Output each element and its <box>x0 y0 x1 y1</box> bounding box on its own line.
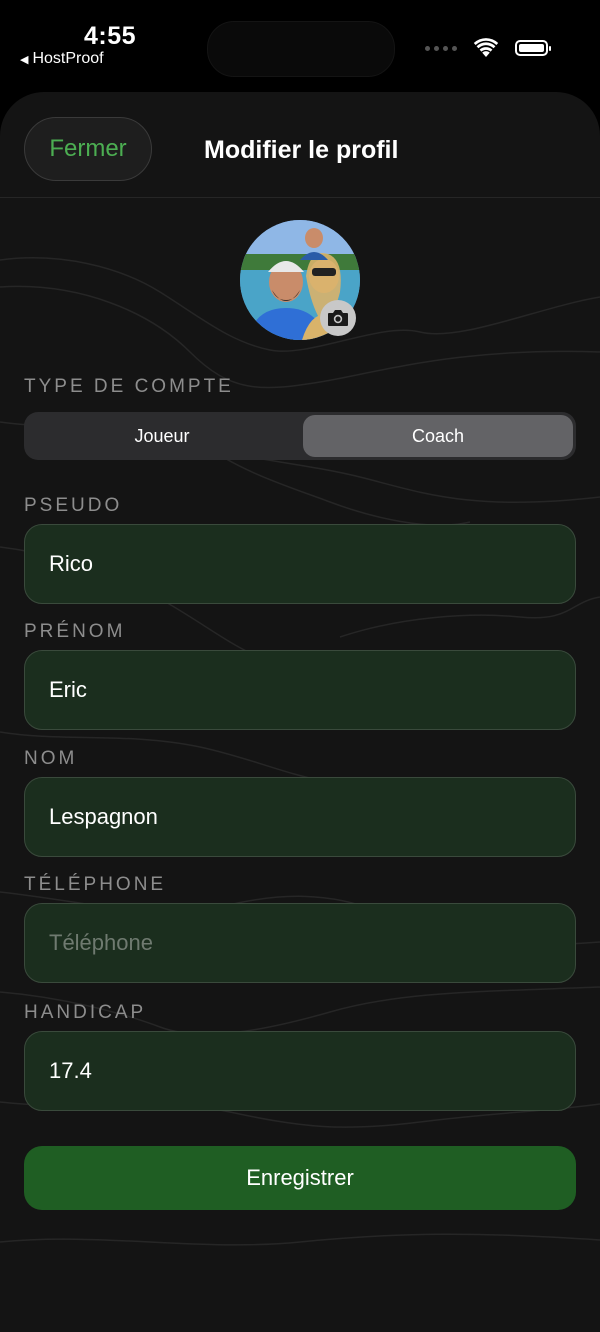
status-icons <box>425 38 551 58</box>
edit-profile-sheet: Fermer Modifier le profil TYPE DE COMPTE… <box>0 92 600 1332</box>
prenom-input[interactable] <box>49 677 551 703</box>
telephone-input[interactable] <box>49 930 551 956</box>
pseudo-input[interactable] <box>49 551 551 577</box>
nom-label: NOM <box>24 748 78 769</box>
nom-input[interactable] <box>49 804 551 830</box>
account-type-label: TYPE DE COMPTE <box>24 376 234 397</box>
dynamic-island <box>207 21 395 77</box>
handicap-field[interactable] <box>24 1031 576 1111</box>
telephone-label: TÉLÉPHONE <box>24 874 167 895</box>
account-type-segmented-control: Joueur Coach <box>24 412 576 460</box>
save-button[interactable]: Enregistrer <box>24 1146 576 1210</box>
telephone-field[interactable] <box>24 903 576 983</box>
segment-joueur[interactable]: Joueur <box>27 415 297 457</box>
back-triangle-icon: ◀ <box>20 53 29 66</box>
handicap-input[interactable] <box>49 1058 551 1084</box>
page-title: Modifier le profil <box>204 136 399 164</box>
status-time: 4:55 <box>84 22 137 50</box>
segment-coach[interactable]: Coach <box>303 415 573 457</box>
status-bar: 4:55 ◀ HostProof <box>0 0 600 90</box>
handicap-label: HANDICAP <box>24 1002 147 1023</box>
close-button[interactable]: Fermer <box>24 117 152 181</box>
prenom-field[interactable] <box>24 650 576 730</box>
back-app-label: HostProof <box>32 50 104 67</box>
battery-icon <box>515 40 551 56</box>
pseudo-label: PSEUDO <box>24 495 123 516</box>
sheet-header: Fermer Modifier le profil <box>0 92 600 198</box>
nom-field[interactable] <box>24 777 576 857</box>
back-to-app-link[interactable]: ◀ HostProof <box>20 50 104 68</box>
cellular-signal-icon <box>425 45 457 51</box>
prenom-label: PRÉNOM <box>24 621 126 642</box>
camera-icon <box>328 310 348 326</box>
change-photo-button[interactable] <box>320 300 356 336</box>
pseudo-field[interactable] <box>24 524 576 604</box>
wifi-icon <box>473 38 499 57</box>
